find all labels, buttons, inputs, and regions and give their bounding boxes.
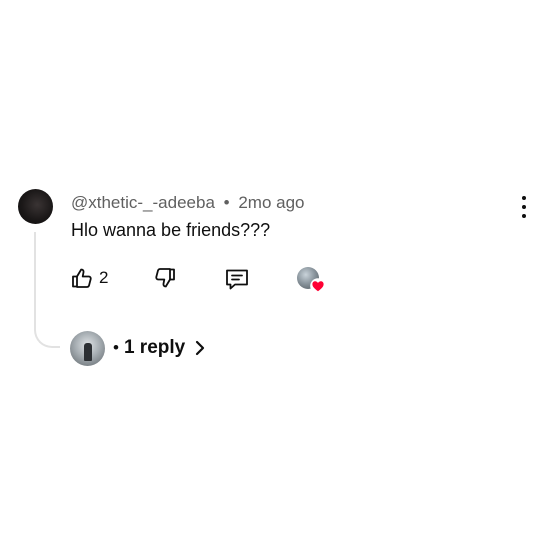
more-options-button[interactable] — [516, 196, 532, 218]
reply-author-avatar — [70, 330, 105, 366]
thumbs-up-icon — [72, 268, 92, 288]
comment-text: Hlo wanna be friends??? — [71, 220, 271, 240]
replies-label: 1 reply — [123, 337, 186, 358]
like-count: 2 — [99, 268, 109, 287]
reply-button[interactable] — [224, 266, 250, 292]
creator-heart-icon — [310, 278, 326, 294]
view-replies-button[interactable]: • 1 reply — [70, 330, 207, 366]
comment-header: @xthetic-_-adeeba • 2mo ago — [71, 193, 305, 213]
like-button[interactable]: 2 — [70, 266, 108, 290]
creator-heart — [297, 267, 327, 295]
commenter-avatar[interactable] — [18, 189, 53, 224]
comment-time: 2mo ago — [238, 193, 305, 212]
comment-author[interactable]: @xthetic-_-adeeba — [71, 193, 215, 212]
comment-thread: @xthetic-_-adeeba • 2mo ago Hlo wanna be… — [0, 0, 560, 560]
reply-thread-line — [34, 232, 60, 348]
replies-separator: • — [113, 338, 119, 357]
dislike-button[interactable] — [153, 266, 177, 290]
thumbs-down-icon — [155, 268, 175, 288]
more-vertical-icon — [522, 196, 526, 200]
chevron-right-icon — [196, 340, 205, 356]
comment-icon — [226, 269, 248, 290]
header-separator: • — [223, 193, 230, 212]
